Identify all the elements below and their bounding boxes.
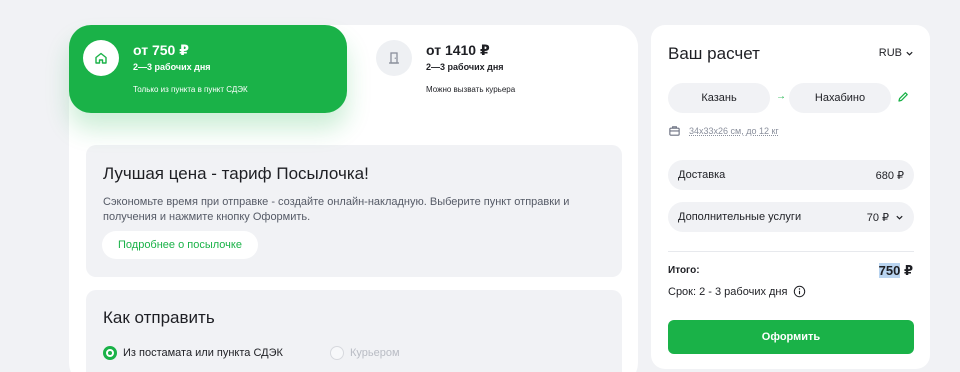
total-label: Итого: — [668, 265, 700, 276]
delivery-term-text: Срок: 2 - 3 рабочих дня — [668, 285, 788, 298]
chevron-down-icon — [906, 51, 913, 56]
radio-checked-icon — [103, 346, 117, 360]
delivery-value: 680 ₽ — [875, 169, 904, 182]
promo-text: Сэкономьте время при отправке - создайте… — [103, 196, 570, 223]
radio-label: Курьером — [350, 347, 400, 359]
tariff-price: от 1410 ₽ — [426, 42, 490, 58]
delivery-term: Срок: 2 - 3 рабочих дня — [668, 285, 806, 298]
calc-title: Ваш расчет — [668, 44, 760, 63]
city-from[interactable]: Казань — [668, 83, 770, 113]
promo-title: Лучшая цена - тариф Посылочка! — [103, 164, 369, 183]
extra-services-row[interactable]: Дополнительные услуги 70 ₽ — [668, 202, 914, 232]
city-from-label: Казань — [701, 92, 737, 104]
tariff-days: 2—3 рабочих дня — [426, 62, 504, 72]
tariff-days: 2—3 рабочих дня — [133, 62, 211, 72]
pencil-icon[interactable] — [896, 90, 910, 109]
submit-order-button[interactable]: Оформить — [668, 320, 914, 354]
total-currency: ₽ — [903, 263, 913, 278]
tariff-note: Можно вызвать курьера — [426, 85, 516, 94]
arrow-right-icon: → — [776, 91, 786, 102]
city-to-label: Нахабино — [814, 92, 866, 104]
currency-select[interactable]: RUB — [879, 47, 914, 59]
tariff-price: от 750 ₽ — [133, 42, 189, 58]
delivery-row: Доставка 680 ₽ — [668, 160, 914, 190]
radio-option-courier[interactable]: Курьером — [330, 346, 400, 360]
chevron-down-icon — [896, 215, 903, 220]
divider — [668, 251, 914, 252]
how-to-send-title: Как отправить — [103, 308, 215, 327]
package-dims-text: 34x33x26 см, до 12 кг — [689, 125, 779, 136]
radio-option-pickup[interactable]: Из постамата или пункта СДЭК — [103, 346, 283, 360]
city-to[interactable]: Нахабино — [789, 83, 891, 113]
home-icon — [83, 40, 119, 76]
tariff-note: Только из пункта в пункт СДЭК — [133, 85, 248, 94]
tariff-tab-parcel[interactable]: от 750 ₽ 2—3 рабочих дня Только из пункт… — [69, 25, 347, 113]
package-dims[interactable]: 34x33x26 см, до 12 кг — [668, 124, 779, 137]
promo-card: Лучшая цена - тариф Посылочка! Сэкономьт… — [86, 145, 622, 277]
package-icon — [669, 126, 680, 136]
currency-value: RUB — [878, 47, 902, 59]
tariff-tab-courier[interactable]: от 1410 ₽ 2—3 рабочих дня Можно вызвать … — [362, 25, 638, 113]
info-icon[interactable] — [793, 285, 806, 298]
extra-services-value: 70 ₽ — [866, 211, 889, 224]
how-to-send-card: Как отправить Из постамата или пункта СД… — [86, 290, 622, 372]
total-number: 750 — [878, 263, 901, 278]
extra-services-label: Дополнительные услуги — [678, 211, 802, 223]
radio-unchecked-icon — [330, 346, 344, 360]
total-value: 750 ₽ — [878, 263, 913, 279]
calculation-panel: Ваш расчет RUB Казань → Нахабино 34x33x2… — [651, 25, 930, 369]
delivery-label: Доставка — [678, 169, 726, 181]
promo-more-button[interactable]: Подробнее о посылочке — [102, 231, 258, 259]
door-icon — [376, 40, 412, 76]
radio-label: Из постамата или пункта СДЭК — [123, 347, 283, 359]
